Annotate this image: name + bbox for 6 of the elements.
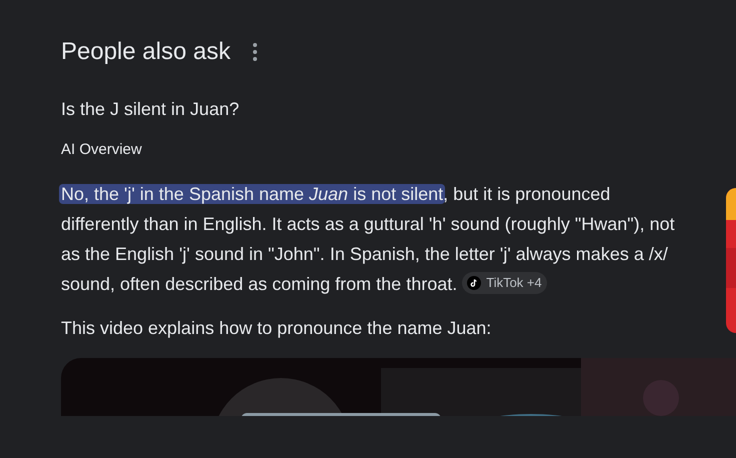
question-text: Is the J silent in Juan? [61, 98, 240, 121]
source-chip[interactable]: TikTok +4 [462, 272, 547, 294]
ai-overview-label: AI Overview [61, 140, 143, 160]
video-intro-text: This video explains how to pronounce the name Juan: [61, 317, 492, 340]
overview-paragraph: No, the 'j' in the Spanish name Juan is not silent, but it is pronounced differently than in English. It acts as a guttural 'h' sound (roughly "Hwan"), not as the English 'j' sound in "John". In Spanish, the letter 'j' always makes a /x/ sound, often described as coming from the throat. TikTok +4 [61, 183, 676, 296]
section-title: People also ask [61, 37, 230, 67]
